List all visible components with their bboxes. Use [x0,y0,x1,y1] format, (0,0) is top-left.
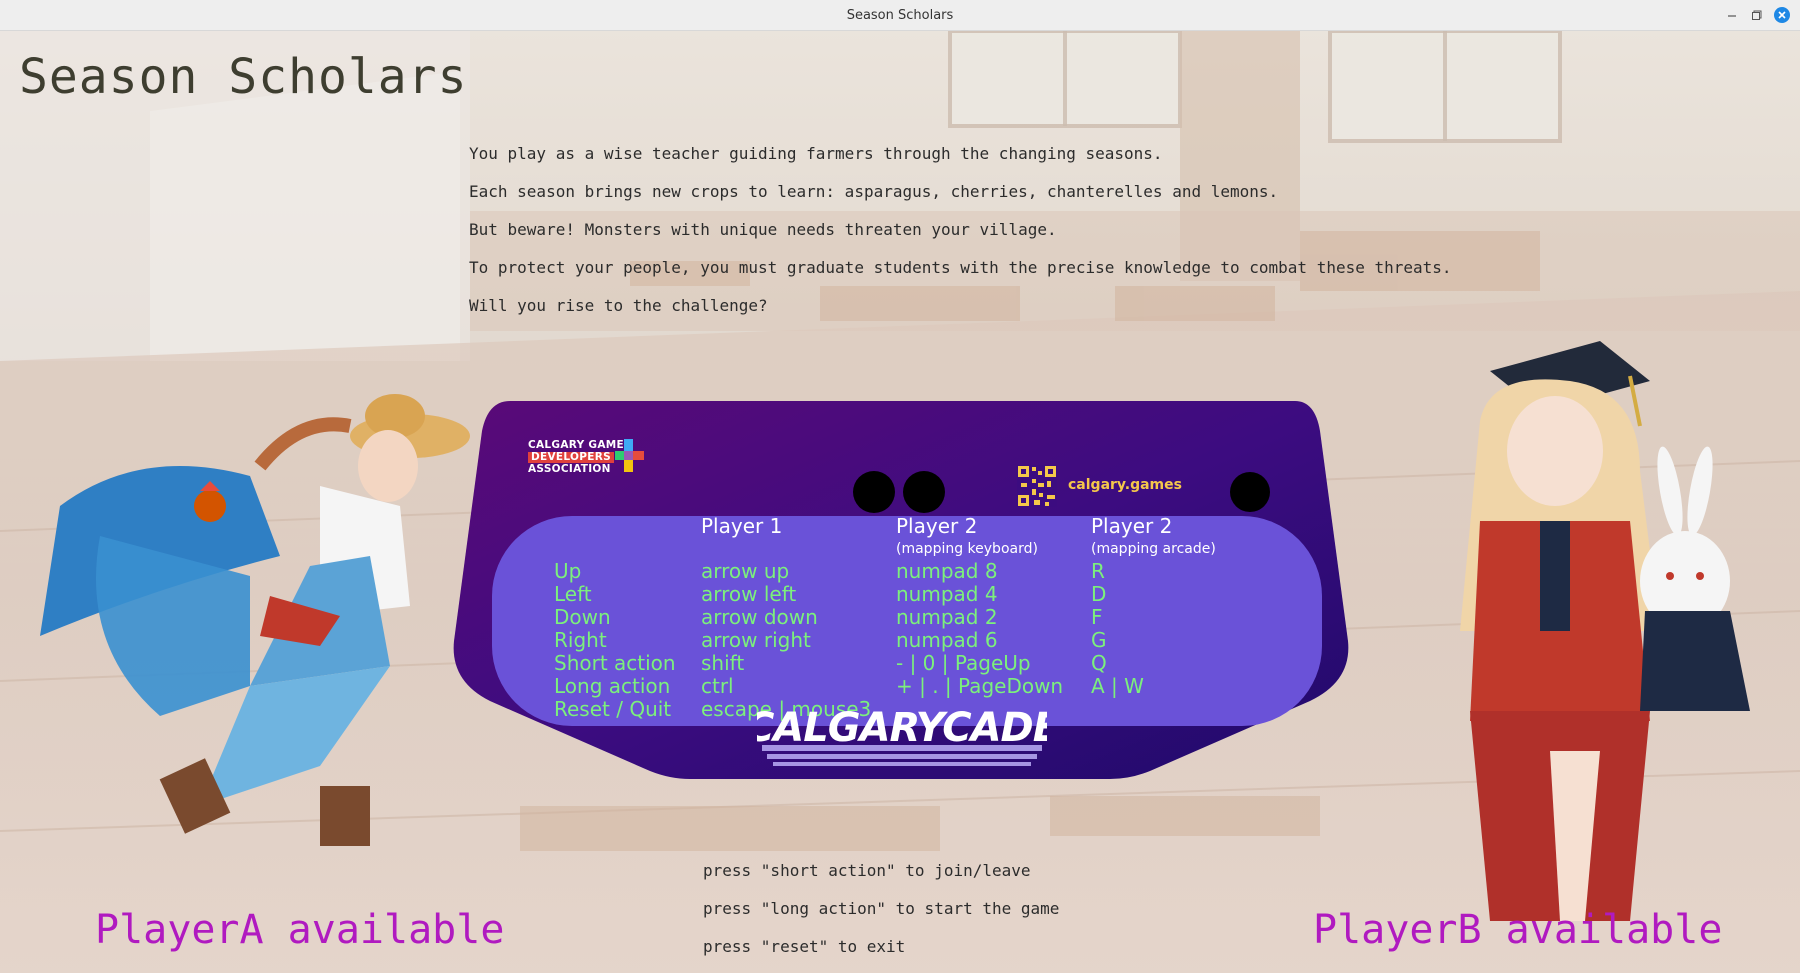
control-p2-keyboard-key: numpad 4 [896,582,998,606]
intro-line: To protect your people, you must graduat… [469,258,1452,277]
control-action: Right [554,628,607,652]
subheader-mapping-keyboard: (mapping keyboard) [896,541,1038,557]
player-b-status: PlayerB available [1313,907,1723,953]
intro-line: You play as a wise teacher guiding farme… [469,144,1163,163]
intro-line: Each season brings new crops to learn: a… [469,182,1279,201]
maximize-icon[interactable] [1749,7,1765,23]
qr-code-icon [1017,465,1057,507]
arcade-button-1[interactable] [853,471,895,513]
site-url[interactable]: calgary.games [1068,477,1182,493]
game-title: Season Scholars [19,49,468,105]
control-p2-keyboard-key: numpad 8 [896,559,998,583]
control-p2-arcade-key: R [1091,559,1105,583]
control-p2-keyboard-key: + | . | PageDown [896,674,1064,698]
window-title: Season Scholars [846,7,954,23]
intro-text: You play as a wise teacher guiding farme… [469,144,1452,334]
logo-line: DEVELOPERS [528,452,614,463]
control-p2-arcade-key: Q [1091,651,1107,675]
minimize-icon[interactable] [1724,7,1740,23]
hint-start: press "long action" to start the game [703,899,1060,918]
hint-exit: press "reset" to exit [703,937,906,956]
window-titlebar: Season Scholars [0,0,1800,31]
control-p2-keyboard-key: numpad 6 [896,628,998,652]
header-player2-keyboard: Player 2 [896,514,978,538]
control-action: Down [554,605,611,629]
control-p1-key: arrow up [701,559,790,583]
control-p1-key: ctrl [701,674,734,698]
control-p1-key: arrow down [701,605,818,629]
arcade-button-2[interactable] [903,471,945,513]
cgda-logo-icon [615,439,644,472]
control-p2-arcade-key: G [1091,628,1107,652]
control-action: Short action [554,651,676,675]
control-p2-keyboard-key: numpad 2 [896,605,998,629]
arcade-button-3[interactable] [1230,472,1270,512]
control-p2-arcade-key: A | W [1091,674,1144,698]
control-p1-key: arrow left [701,582,797,606]
hint-join: press "short action" to join/leave [703,861,1031,880]
logo-line: ASSOCIATION [528,463,611,475]
intro-line: Will you rise to the challenge? [469,296,768,315]
player-a-status: PlayerA available [95,907,505,953]
farmer-character-illustration [40,394,470,846]
control-action: Reset / Quit [554,697,672,721]
control-p1-key: arrow right [701,628,811,652]
header-player1: Player 1 [701,514,783,538]
close-icon[interactable] [1774,7,1790,23]
brand-text: CALGARYCADE [757,705,1047,751]
control-action: Long action [554,674,671,698]
control-action: Up [554,559,582,583]
calgarycade-logo: CALGARYCADE [757,705,1047,766]
control-p2-arcade-key: D [1091,582,1107,606]
control-p2-arcade-key: F [1091,605,1103,629]
control-action: Left [554,582,592,606]
control-p1-key: shift [701,651,745,675]
logo-line: CALGARY GAME [528,439,625,451]
teacher-character-illustration [1460,341,1750,921]
header-player2-arcade: Player 2 [1091,514,1173,538]
game-canvas[interactable]: Season Scholars You play as a wise teach… [0,31,1800,973]
intro-line: But beware! Monsters with unique needs t… [469,220,1057,239]
control-p2-keyboard-key: - | 0 | PageUp [896,651,1031,675]
subheader-mapping-arcade: (mapping arcade) [1091,541,1216,557]
